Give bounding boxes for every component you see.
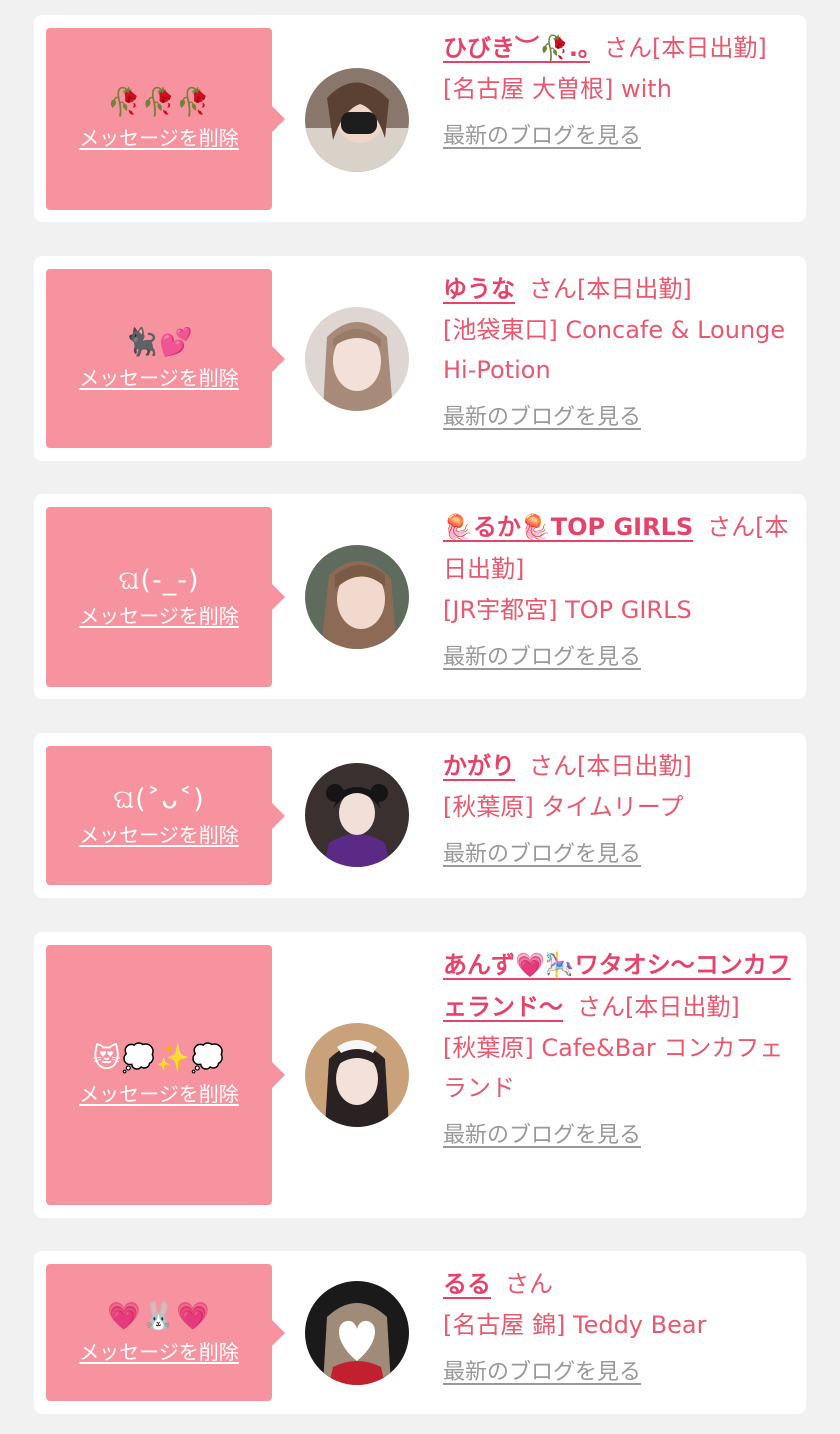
latest-blog-link[interactable]: 最新のブログを見る	[443, 121, 641, 153]
message-bubble: 🐈‍⬛💕 メッセージを削除	[46, 269, 285, 448]
latest-blog-link[interactable]: 最新のブログを見る	[443, 1357, 641, 1389]
message-text: ଘ(-_-)	[118, 565, 200, 596]
honorific: さん	[505, 1270, 553, 1298]
status: [本日出勤]	[625, 993, 740, 1021]
info-block: ゆうな さん[本日出勤] [池袋東口] Concafe & Lounge Hi-P…	[443, 268, 793, 434]
info-block: ひびき︶🥀.｡ さん[本日出勤] [名古屋 大曽根] with 最新のブログを見る	[443, 27, 793, 153]
avatar[interactable]	[305, 763, 409, 867]
honorific: さん	[529, 752, 577, 780]
honorific: さん	[707, 513, 756, 541]
shop-name: [名古屋 錦] Teddy Bear	[443, 1311, 707, 1339]
honorific: さん	[529, 275, 577, 303]
favorite-card: 🐈‍⬛💕 メッセージを削除 ゆうな さん[本日出勤] [池袋東口] Concafe…	[34, 256, 806, 461]
message-bubble: 💗🐰💗 メッセージを削除	[46, 1264, 285, 1401]
name-line: あんず💗🎠ワタオシ〜コンカフェランド〜 さん[本日出勤]	[443, 944, 793, 1028]
message-bubble: ଘ(-_-) メッセージを削除	[46, 507, 285, 687]
cast-name-link[interactable]: ゆうな	[443, 275, 515, 303]
latest-blog-link[interactable]: 最新のブログを見る	[443, 839, 641, 871]
cast-name-link[interactable]: かがり	[443, 752, 515, 780]
favorites-list: 🥀🥀🥀 メッセージを削除 ひびき︶🥀.｡ さん[本日出勤] [名古屋 大曽根] w…	[0, 0, 840, 1434]
avatar[interactable]	[305, 1281, 409, 1385]
shop-name: [秋葉原] タイムリープ	[443, 793, 684, 821]
avatar[interactable]	[305, 307, 409, 411]
avatar-photo-icon	[305, 1023, 409, 1127]
favorite-card: 🥀🥀🥀 メッセージを削除 ひびき︶🥀.｡ さん[本日出勤] [名古屋 大曽根] w…	[34, 15, 806, 222]
status: [本日出勤]	[577, 275, 692, 303]
message-text: 💗🐰💗	[107, 1300, 211, 1332]
avatar[interactable]	[305, 1023, 409, 1127]
info-block: かがり さん[本日出勤] [秋葉原] タイムリープ 最新のブログを見る	[443, 745, 793, 871]
delete-message-link[interactable]: メッセージを削除	[79, 1339, 239, 1365]
delete-message-link[interactable]: メッセージを削除	[79, 1081, 239, 1107]
honorific: さん	[577, 993, 625, 1021]
favorite-card: ଘ(˃ᴗ˂) メッセージを削除 かがり さん[本日出勤] [秋葉原] タイムリープ…	[34, 733, 806, 898]
latest-blog-link[interactable]: 最新のブログを見る	[443, 642, 641, 674]
shop-name: [名古屋 大曽根] with	[443, 75, 672, 103]
message-text: 🥀🥀🥀	[107, 87, 211, 118]
avatar-photo-icon	[305, 545, 409, 649]
favorite-card: 😻💭✨💭 メッセージを削除 あんず💗🎠ワタオシ〜コンカフェランド〜 さん[本日出勤…	[34, 932, 806, 1218]
avatar-photo-icon	[305, 1281, 409, 1385]
favorite-card: 💗🐰💗 メッセージを削除 るる さん [名古屋 錦] Teddy Bear 最新の…	[34, 1251, 806, 1414]
message-bubble: 😻💭✨💭 メッセージを削除	[46, 945, 285, 1205]
favorite-card: ଘ(-_-) メッセージを削除 🪼るか🪼TOP GIRLS さん[本日出勤] [J…	[34, 494, 806, 699]
status: [本日出勤]	[577, 752, 692, 780]
latest-blog-link[interactable]: 最新のブログを見る	[443, 402, 641, 434]
message-bubble: ଘ(˃ᴗ˂) メッセージを削除	[46, 746, 285, 885]
info-block: るる さん [名古屋 錦] Teddy Bear 最新のブログを見る	[443, 1263, 793, 1389]
name-line: かがり さん[本日出勤]	[443, 745, 793, 787]
avatar-photo-icon	[305, 307, 409, 411]
message-text: 🐈‍⬛💕	[124, 326, 194, 358]
cast-name-link[interactable]: 🪼るか🪼TOP GIRLS	[443, 513, 693, 541]
delete-message-link[interactable]: メッセージを削除	[79, 125, 239, 151]
shop-name: [JR宇都宮] TOP GIRLS	[443, 596, 692, 624]
avatar-photo-icon	[305, 763, 409, 867]
status: [本日出勤]	[652, 34, 767, 62]
message-bubble: 🥀🥀🥀 メッセージを削除	[46, 28, 285, 210]
info-block: あんず💗🎠ワタオシ〜コンカフェランド〜 さん[本日出勤] [秋葉原] Cafe&B…	[443, 944, 793, 1152]
name-line: ゆうな さん[本日出勤]	[443, 268, 793, 310]
info-block: 🪼るか🪼TOP GIRLS さん[本日出勤] [JR宇都宮] TOP GIRLS …	[443, 506, 793, 674]
avatar-photo-icon	[305, 68, 409, 172]
cast-name-link[interactable]: ひびき︶🥀.｡	[443, 34, 590, 62]
avatar[interactable]	[305, 68, 409, 172]
delete-message-link[interactable]: メッセージを削除	[79, 603, 239, 629]
honorific: さん	[604, 34, 652, 62]
message-text: 😻💭✨💭	[92, 1043, 226, 1074]
name-line: ひびき︶🥀.｡ さん[本日出勤]	[443, 27, 793, 69]
delete-message-link[interactable]: メッセージを削除	[79, 365, 239, 391]
avatar[interactable]	[305, 545, 409, 649]
delete-message-link[interactable]: メッセージを削除	[79, 822, 239, 848]
shop-name: [池袋東口] Concafe & Lounge Hi-Potion	[443, 316, 786, 384]
message-text: ଘ(˃ᴗ˂)	[113, 783, 205, 815]
name-line: 🪼るか🪼TOP GIRLS さん[本日出勤]	[443, 506, 793, 590]
cast-name-link[interactable]: るる	[443, 1270, 491, 1298]
shop-name: [秋葉原] Cafe&Bar コンカフェランド	[443, 1034, 784, 1102]
name-line: るる さん	[443, 1263, 793, 1305]
latest-blog-link[interactable]: 最新のブログを見る	[443, 1120, 641, 1152]
